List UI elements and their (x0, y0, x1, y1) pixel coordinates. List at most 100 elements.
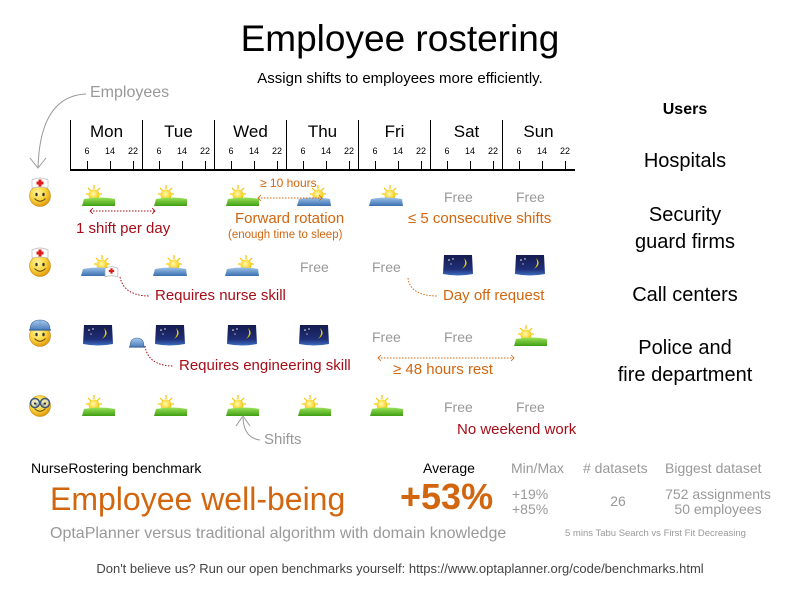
biggest-dataset-values: 752 assignments 50 employees (655, 487, 781, 517)
night-shift-icon (152, 323, 188, 347)
constraint-enough-sleep: (enough time to sleep) (228, 229, 343, 241)
employees-annotation: Employees (90, 84, 170, 101)
benchmark-name: NurseRostering benchmark (31, 460, 202, 476)
user-line: Call centers (632, 284, 738, 306)
hour-tick-label: 22 (343, 146, 355, 156)
user-line: Police and (638, 337, 732, 359)
hour-tick-label: 6 (372, 146, 378, 156)
hour-tick-label: 6 (516, 146, 522, 156)
datasets-value: 26 (610, 493, 626, 509)
day-label: Tue (164, 122, 193, 141)
user-security-guard-firms: Security guard firms (595, 202, 775, 256)
footer-benchmarks-link[interactable]: Don't believe us? Run our open benchmark… (0, 561, 800, 576)
benchmark-headline: Employee well-being (50, 481, 346, 517)
day-column-sun: Sun 6 14 22 (502, 120, 574, 170)
nurse-avatar-icon (27, 177, 53, 207)
hour-tick (565, 161, 566, 169)
user-police-fire: Police and fire department (595, 335, 775, 389)
day-column-tue: Tue 6 14 22 (142, 120, 214, 170)
night-shift-icon (224, 323, 260, 347)
benchmark-comparison: OptaPlanner versus traditional algorithm… (50, 525, 507, 542)
page-title: Employee rostering (240, 18, 560, 59)
free-slot: Free (444, 399, 473, 415)
day-column-fri: Fri 6 14 22 (358, 120, 430, 170)
user-line: guard firms (634, 231, 736, 253)
day-column-mon: Mon 6 14 22 (70, 120, 142, 170)
nurse-avatar-icon (27, 247, 53, 277)
day-off-connector (407, 277, 439, 297)
free-slot: Free (444, 189, 473, 205)
hour-tick-label: 22 (199, 146, 211, 156)
hour-tick (493, 161, 494, 169)
night-shift-icon (440, 253, 476, 277)
day-label: Thu (307, 122, 338, 141)
timeline-axis (70, 169, 575, 171)
day-shift-icon (224, 393, 260, 417)
hour-tick (277, 161, 278, 169)
day-label: Wed (233, 122, 268, 141)
hour-tick (231, 161, 232, 169)
hour-tick-label: 22 (487, 146, 499, 156)
hour-tick-label: 6 (156, 146, 162, 156)
day-shift-icon (80, 183, 116, 207)
engineer-avatar-icon (27, 317, 53, 347)
nurse-skill-connector (119, 276, 151, 297)
free-slot: Free (372, 259, 401, 275)
week-timeline: Mon 6 14 22 Tue 6 14 22 Wed 6 14 22 Thu 6 14 22 Fri 6 14 22… (70, 120, 575, 171)
day-column-thu: Thu 6 14 22 (286, 120, 358, 170)
late-shift-icon (224, 253, 260, 277)
shifts-arrow (242, 417, 261, 441)
hour-tick-label: 6 (444, 146, 450, 156)
engineering-skill-badge-icon (129, 337, 145, 349)
constraint-48-hours-rest: ≥ 48 hours rest (393, 361, 493, 378)
constraint-no-weekend-work: No weekend work (457, 421, 577, 438)
datasets-label: # datasets (583, 460, 648, 476)
day-label: Mon (89, 122, 124, 141)
night-shift-icon (512, 253, 548, 277)
constraint-engineering-skill: Requires engineering skill (179, 357, 351, 374)
hour-tick-label: 14 (320, 146, 332, 156)
employees-arrow-head (29, 157, 47, 169)
minmax-label: Min/Max (511, 460, 564, 476)
free-slot: Free (516, 189, 545, 205)
day-label: Sat (453, 122, 480, 141)
hour-tick (421, 161, 422, 169)
benchmark-note: 5 mins Tabu Search vs First Fit Decreasi… (565, 528, 746, 539)
average-label: Average (423, 460, 475, 476)
constraint-nurse-skill: Requires nurse skill (155, 287, 286, 304)
hour-tick (326, 161, 327, 169)
night-shift-icon (80, 323, 116, 347)
hour-tick-label: 6 (228, 146, 234, 156)
hour-tick-label: 14 (176, 146, 188, 156)
hour-tick (349, 161, 350, 169)
shifts-annotation: Shifts (264, 431, 302, 448)
constraint-forward-rotation: Forward rotation (235, 210, 345, 227)
hour-tick-label: 22 (415, 146, 427, 156)
free-slot: Free (300, 259, 329, 275)
hour-tick-label: 6 (84, 146, 90, 156)
hour-tick-label: 14 (464, 146, 476, 156)
user-line: Security (648, 204, 722, 226)
constraint-one-shift-per-day: 1 shift per day (76, 220, 171, 237)
day-shift-icon (224, 183, 260, 207)
constraint-day-off-request: Day off request (443, 287, 545, 304)
user-line: fire department (617, 364, 753, 386)
hour-tick (303, 161, 304, 169)
hour-tick (470, 161, 471, 169)
hour-tick (133, 161, 134, 169)
day-shift-icon (368, 393, 404, 417)
free-slot: Free (516, 399, 545, 415)
hour-tick (110, 161, 111, 169)
nurse-skill-badge-icon (104, 265, 119, 278)
hour-tick (205, 161, 206, 169)
hour-tick-label: 14 (536, 146, 548, 156)
hour-tick-label: 6 (300, 146, 306, 156)
hour-tick-label: 22 (271, 146, 283, 156)
average-value: +53% (400, 476, 494, 517)
hour-tick-label: 14 (392, 146, 404, 156)
biggest-assignments: 752 assignments (665, 486, 771, 502)
hour-tick-label: 22 (559, 146, 571, 156)
day-shift-icon (80, 393, 116, 417)
minmax-values: +19% +85% (512, 487, 552, 517)
hour-tick (87, 161, 88, 169)
